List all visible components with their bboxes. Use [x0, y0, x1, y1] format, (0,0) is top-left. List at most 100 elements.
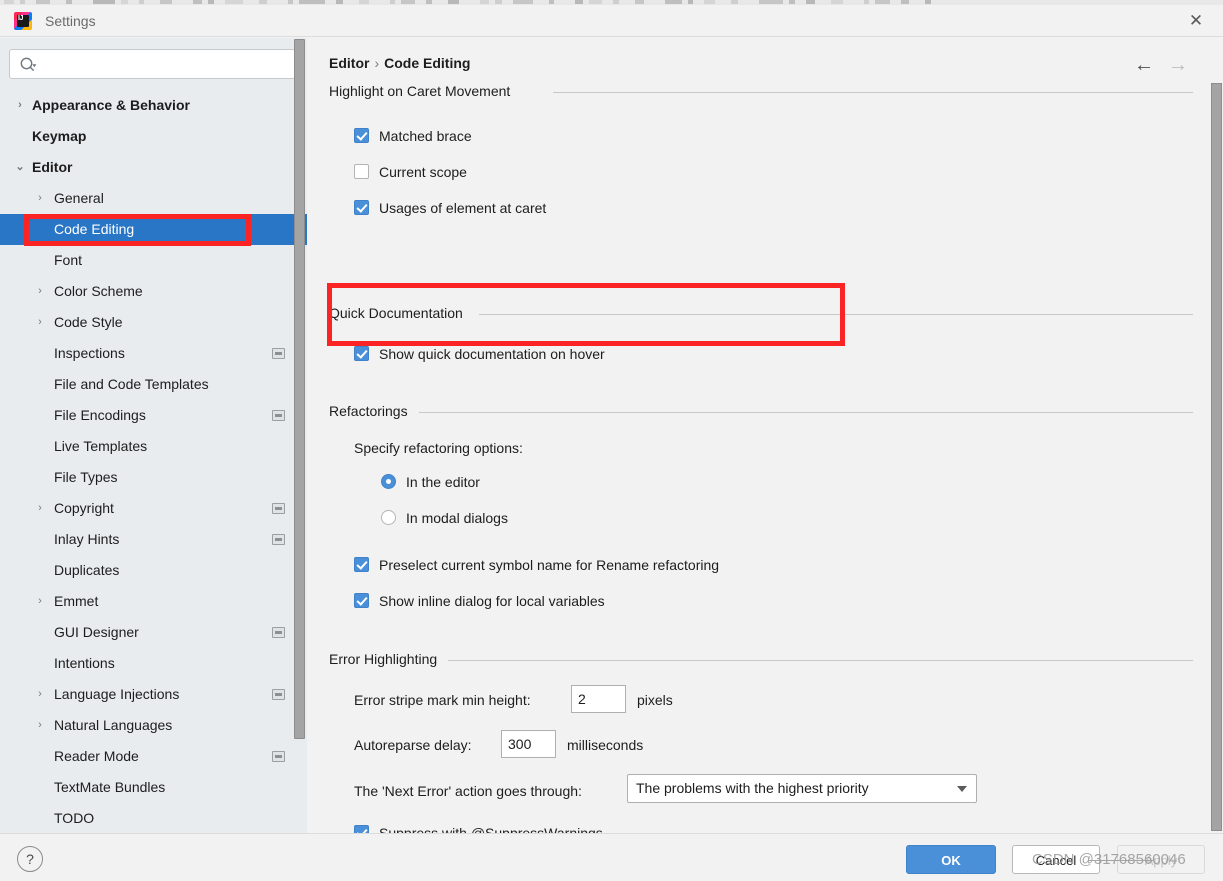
sidebar-scrollbar-thumb[interactable] — [294, 39, 305, 739]
error-stripe-input[interactable] — [571, 685, 626, 713]
section-title-caret: Highlight on Caret Movement — [329, 83, 519, 99]
apply-button[interactable]: Apply — [1117, 845, 1205, 874]
chevron-right-icon[interactable]: › — [34, 493, 46, 524]
sidebar-item-label: Reader Mode — [54, 748, 139, 764]
chevron-right-icon[interactable]: › — [34, 307, 46, 338]
sidebar-item-duplicates[interactable]: Duplicates — [0, 555, 307, 586]
section-divider-refactorings — [419, 412, 1193, 413]
chevron-right-icon[interactable]: › — [34, 679, 46, 710]
sidebar-item-label: Inlay Hints — [54, 531, 120, 547]
intellij-idea-logo-icon: IJ — [14, 12, 32, 30]
chevron-right-icon[interactable]: › — [34, 710, 46, 741]
breadcrumb-parent[interactable]: Editor — [329, 55, 369, 71]
sidebar-item-natural-languages[interactable]: › Natural Languages — [0, 710, 307, 741]
chevron-down-icon[interactable]: ⌄ — [14, 152, 26, 183]
sidebar-item-label: Intentions — [54, 655, 115, 671]
checkbox-indicator[interactable] — [354, 557, 369, 572]
radio-label: In modal dialogs — [406, 510, 508, 526]
search-icon — [20, 57, 37, 72]
settings-tree: › Appearance & Behavior Keymap ⌄ Editor › Gene… — [0, 90, 307, 833]
sidebar-item-intentions[interactable]: Intentions — [0, 648, 307, 679]
help-button[interactable]: ? — [17, 846, 43, 872]
sidebar-item-copyright[interactable]: › Copyright — [0, 493, 307, 524]
autoreparse-delay-input[interactable] — [501, 730, 556, 758]
arrow-right-icon[interactable]: → — [1166, 54, 1190, 76]
cancel-button[interactable]: Cancel — [1012, 845, 1100, 874]
sidebar-item-reader-mode[interactable]: Reader Mode — [0, 741, 307, 772]
chevron-right-icon[interactable]: › — [34, 586, 46, 617]
arrow-left-icon[interactable]: ← — [1132, 54, 1156, 76]
sidebar-item-file-types[interactable]: File Types — [0, 462, 307, 493]
project-scope-badge-icon — [272, 348, 285, 359]
main-scrollbar-thumb[interactable] — [1211, 83, 1222, 831]
section-divider-quick-documentation — [479, 314, 1193, 315]
settings-dialog: IJ Settings ✕ › Appearance & Behavior Keym… — [0, 0, 1223, 881]
sidebar-item-gui-designer[interactable]: GUI Designer — [0, 617, 307, 648]
sidebar-scrollbar[interactable] — [294, 39, 305, 779]
sidebar-item-inspections[interactable]: Inspections — [0, 338, 307, 369]
chevron-down-icon[interactable] — [957, 786, 967, 792]
specify-refactoring-options-label: Specify refactoring options: — [354, 440, 523, 456]
sidebar-item-label: Emmet — [54, 593, 99, 609]
sidebar-item-label: Code Editing — [54, 221, 135, 237]
radio-indicator[interactable] — [381, 510, 396, 525]
sidebar-item-inlay-hints[interactable]: Inlay Hints — [0, 524, 307, 555]
sidebar-item-label: Copyright — [54, 500, 114, 516]
sidebar-item-editor[interactable]: ⌄ Editor — [0, 152, 307, 183]
error-stripe-unit: pixels — [637, 692, 673, 708]
sidebar-item-file-and-code-templates[interactable]: File and Code Templates — [0, 369, 307, 400]
sidebar-item-code-editing[interactable]: Code Editing — [0, 214, 307, 245]
checkbox-indicator[interactable] — [354, 593, 369, 608]
checkbox-label: Preselect current symbol name for Rename… — [379, 557, 720, 573]
next-error-dropdown[interactable]: The problems with the highest priority — [627, 774, 977, 803]
checkbox-label: Suppress with @SuppressWarnings — [379, 825, 603, 833]
sidebar-item-label: General — [54, 190, 104, 206]
radio-indicator[interactable] — [381, 474, 396, 489]
search-input[interactable] — [43, 50, 288, 78]
sidebar-item-keymap[interactable]: Keymap — [0, 121, 307, 152]
sidebar-item-label: Code Style — [54, 314, 123, 330]
sidebar-item-file-encodings[interactable]: File Encodings — [0, 400, 307, 431]
sidebar-item-color-scheme[interactable]: › Color Scheme — [0, 276, 307, 307]
sidebar-item-label: Natural Languages — [54, 717, 173, 733]
section-title-refactorings: Refactorings — [329, 403, 416, 419]
error-stripe-label: Error stripe mark min height: — [354, 692, 531, 708]
checkbox-indicator[interactable] — [354, 825, 369, 833]
ok-button[interactable]: OK — [906, 845, 996, 874]
sidebar-item-language-injections[interactable]: › Language Injections — [0, 679, 307, 710]
sidebar-item-label: Font — [54, 252, 83, 268]
sidebar-item-code-style[interactable]: › Code Style — [0, 307, 307, 338]
project-scope-badge-icon — [272, 534, 285, 545]
sidebar-item-label: TODO — [54, 810, 95, 826]
sidebar-item-appearance-behavior[interactable]: › Appearance & Behavior — [0, 90, 307, 121]
checkbox-indicator[interactable] — [354, 164, 369, 179]
main-scrollbar[interactable] — [1210, 83, 1223, 833]
sidebar-item-textmate-bundles[interactable]: TextMate Bundles — [0, 772, 307, 803]
project-scope-badge-icon — [272, 410, 285, 421]
sidebar-item-label: Language Injections — [54, 686, 180, 702]
chevron-right-icon[interactable]: › — [14, 90, 26, 121]
checkbox-indicator[interactable] — [354, 200, 369, 215]
chevron-right-icon[interactable]: › — [34, 183, 46, 214]
sidebar-item-todo[interactable]: TODO — [0, 803, 307, 833]
next-error-dropdown-value: The problems with the highest priority — [636, 780, 869, 796]
chevron-right-icon[interactable]: › — [34, 276, 46, 307]
title-bar: IJ Settings ✕ — [0, 5, 1223, 37]
sidebar-item-live-templates[interactable]: Live Templates — [0, 431, 307, 462]
sidebar-item-label: Editor — [32, 159, 73, 175]
sidebar-item-font[interactable]: Font — [0, 245, 307, 276]
checkbox-label: Show quick documentation on hover — [379, 346, 605, 362]
project-scope-badge-icon — [272, 751, 285, 762]
sidebar-item-emmet[interactable]: › Emmet — [0, 586, 307, 617]
project-scope-badge-icon — [272, 689, 285, 700]
sidebar-item-general[interactable]: › General — [0, 183, 307, 214]
close-icon[interactable]: ✕ — [1179, 9, 1213, 33]
search-box[interactable] — [9, 49, 296, 79]
checkbox-indicator[interactable] — [354, 128, 369, 143]
checkbox-label: Current scope — [379, 164, 467, 180]
project-scope-badge-icon — [272, 627, 285, 638]
dialog-footer: ? OK Cancel Apply — [0, 833, 1223, 881]
section-title-error-highlighting: Error Highlighting — [329, 651, 446, 667]
checkbox-indicator[interactable] — [354, 346, 369, 361]
sidebar-item-label: GUI Designer — [54, 624, 139, 640]
